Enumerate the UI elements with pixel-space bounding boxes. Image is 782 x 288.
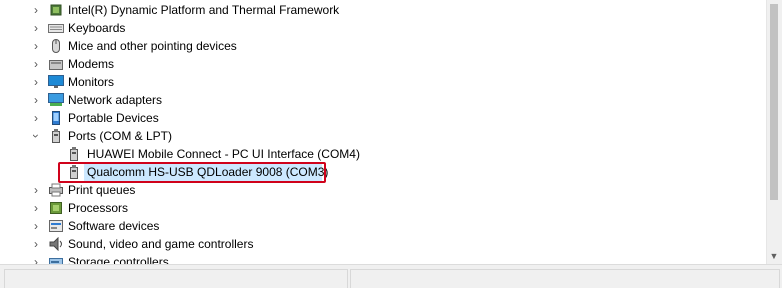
tree-item-label: Sound, video and game controllers	[68, 237, 254, 251]
chevron-right-icon[interactable]: ›	[30, 109, 42, 127]
chevron-right-icon[interactable]: ›	[30, 217, 42, 235]
tree-item-intel-dptf[interactable]: › Intel(R) Dynamic Platform and Thermal …	[0, 1, 766, 19]
tree-item-ports[interactable]: › Ports (COM & LPT)	[0, 127, 766, 145]
tree-child-huawei-com4[interactable]: HUAWEI Mobile Connect - PC UI Interface …	[0, 145, 766, 163]
tree-item-label: Storage controllers	[68, 255, 169, 264]
annotation-highlight-box	[58, 162, 326, 183]
tree-item-keyboards[interactable]: › Keyboards	[0, 19, 766, 37]
status-bar-pane	[4, 269, 348, 288]
chevron-right-icon[interactable]: ›	[30, 19, 42, 37]
status-bar-pane	[350, 269, 780, 288]
tree-item-label: Network adapters	[68, 93, 163, 107]
speaker-icon	[48, 236, 64, 252]
device-tree: › Intel(R) Dynamic Platform and Thermal …	[0, 0, 766, 264]
tree-item-label: Intel(R) Dynamic Platform and Thermal Fr…	[68, 3, 340, 17]
tree-item-label: Portable Devices	[68, 111, 159, 125]
chip-icon	[48, 3, 64, 17]
tree-item-label: Processors	[68, 201, 129, 215]
status-bar	[0, 264, 782, 288]
tree-item-label: Software devices	[68, 219, 160, 233]
scroll-down-arrow-icon[interactable]: ▼	[766, 248, 782, 264]
tree-item-portable-devices[interactable]: › Portable Devices	[0, 109, 766, 127]
software-device-icon	[48, 219, 64, 233]
tree-item-print-queues[interactable]: › Print queues	[0, 181, 766, 199]
port-icon	[48, 129, 64, 143]
chevron-right-icon[interactable]: ›	[30, 73, 42, 91]
tree-item-label: Ports (COM & LPT)	[68, 129, 173, 143]
portable-device-icon	[48, 111, 64, 125]
chevron-right-icon[interactable]: ›	[30, 199, 42, 217]
chevron-right-icon[interactable]: ›	[30, 253, 42, 264]
chevron-right-icon[interactable]: ›	[30, 91, 42, 109]
tree-item-mice[interactable]: › Mice and other pointing devices	[0, 37, 766, 55]
chevron-down-icon[interactable]: ›	[27, 130, 45, 142]
processor-icon	[48, 201, 64, 215]
port-device-icon	[66, 147, 82, 161]
tree-item-sound-video[interactable]: › Sound, video and game controllers	[0, 235, 766, 253]
tree-item-label: Modems	[68, 57, 115, 71]
storage-controller-icon	[48, 255, 64, 264]
chevron-right-icon[interactable]: ›	[30, 55, 42, 73]
tree-item-storage-controllers[interactable]: › Storage controllers	[0, 253, 766, 264]
tree-item-network-adapters[interactable]: › Network adapters	[0, 91, 766, 109]
tree-item-modems[interactable]: › Modems	[0, 55, 766, 73]
chevron-right-icon[interactable]: ›	[30, 1, 42, 19]
chevron-right-icon[interactable]: ›	[30, 181, 42, 199]
mouse-icon	[48, 39, 64, 53]
tree-item-software-devices[interactable]: › Software devices	[0, 217, 766, 235]
tree-item-label: Monitors	[68, 75, 115, 89]
keyboard-icon	[48, 21, 64, 35]
tree-item-monitors[interactable]: › Monitors	[0, 73, 766, 91]
chevron-right-icon[interactable]: ›	[30, 235, 42, 253]
network-adapter-icon	[48, 93, 64, 107]
modem-icon	[48, 57, 64, 71]
tree-item-processors[interactable]: › Processors	[0, 199, 766, 217]
chevron-right-icon[interactable]: ›	[30, 37, 42, 55]
vertical-scrollbar-thumb[interactable]	[770, 4, 778, 200]
tree-item-label: Print queues	[68, 183, 136, 197]
tree-item-label: Mice and other pointing devices	[68, 39, 237, 53]
tree-item-label: HUAWEI Mobile Connect - PC UI Interface …	[87, 147, 360, 161]
tree-item-label: Keyboards	[68, 21, 126, 35]
printer-icon	[48, 183, 64, 197]
monitor-icon	[48, 75, 64, 89]
